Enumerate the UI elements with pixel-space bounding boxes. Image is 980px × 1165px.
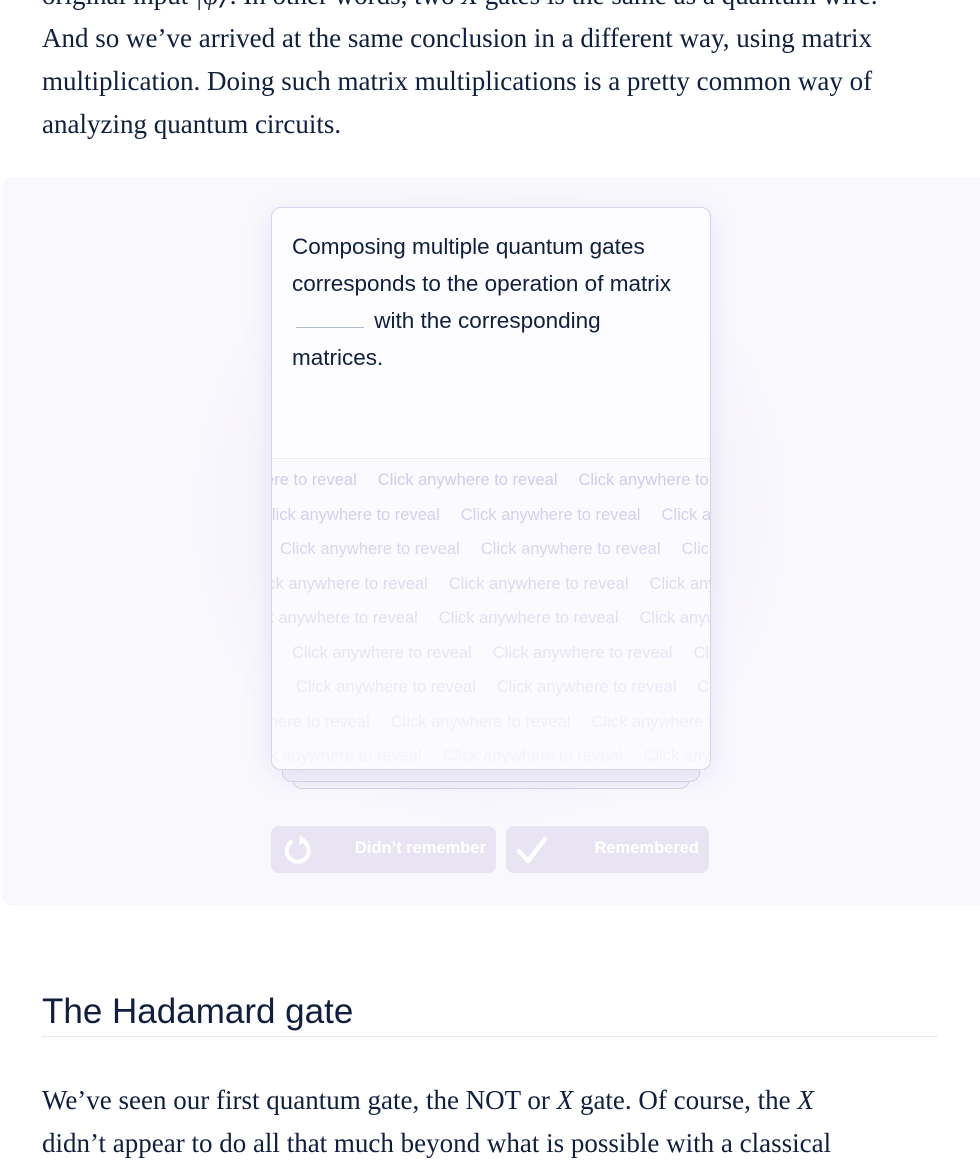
ket-psi-math: |ψ⟩ [195, 0, 230, 10]
reveal-hint-text: Click anywhere to reveal [271, 505, 440, 524]
checkmark-icon [516, 836, 548, 864]
reveal-hint-row: Click anywhere to reveal Click anywhere t… [272, 609, 711, 628]
intro-paragraph: original input |ψ⟩. In other words, two … [42, 0, 922, 146]
reveal-hint-text: Click anywhere to reveal [280, 540, 460, 558]
paragraph-text: didn’t appear to do all that much beyond… [42, 1128, 832, 1158]
x-gate-math: X [556, 1085, 574, 1115]
reveal-hint-text: Click anywhere to reveal [643, 747, 711, 765]
reveal-answer-area[interactable]: Click anywhere to revealClick anywhere t… [272, 459, 710, 769]
reveal-hint-text: Click anywhere to reveal [438, 609, 619, 627]
reveal-hint-text: Click anywhere to reveal [296, 678, 476, 696]
reveal-hint-text: Click anywhere to reveal [272, 471, 357, 489]
reveal-hint-text: Click anywhere to reveal [681, 540, 711, 558]
reveal-hint-text: Click anywhere to reveal [271, 712, 370, 731]
reveal-hint-row: Click anywhere to reveal Click anywhere t… [271, 505, 711, 525]
reveal-hint-row: Click anywhere to reveal Click anywhere t… [271, 712, 711, 732]
didnt-remember-label: Didn’t remember [354, 839, 486, 857]
reveal-hint-text: Click anywhere to reveal [390, 712, 571, 731]
didnt-remember-button[interactable]: Didn’t remember [271, 826, 496, 873]
reveal-hint-text: Click anywhere to reveal [591, 712, 711, 731]
reveal-hint-text: Click anywhere to reveal [272, 609, 418, 627]
reveal-hint-text: Click anywhere to reveal [377, 471, 558, 489]
reveal-hint-text: Click anywhere to reveal [693, 643, 711, 662]
paragraph-text: original input [42, 0, 195, 10]
flashcard-prompt: Composing multiple quantum gates corresp… [292, 228, 692, 376]
x-gate-math: X [461, 0, 478, 10]
reveal-hint-row: Click anywhere to reveal Click anywhere t… [292, 643, 711, 663]
cloze-blank [296, 326, 364, 328]
reveal-hint-text: Click anywhere to reveal [496, 678, 677, 696]
reveal-hint-row: Click anywhere to reveal Click anywhere t… [272, 471, 711, 490]
prompt-text: with the corresponding matrices. [292, 308, 601, 370]
prompt-text: Composing multiple quantum gates corresp… [292, 234, 671, 296]
reveal-hint-text: Click anywhere to reveal [272, 747, 422, 765]
remembered-label: Remembered [594, 839, 699, 857]
paragraph-text: gates is the same as a quantum [478, 0, 816, 10]
paragraph-text: wire. And so we’ve arrived at the same c… [42, 0, 878, 139]
flashcard[interactable]: Composing multiple quantum gates corresp… [271, 207, 711, 770]
reveal-hint-text: Click anywhere to reveal [649, 574, 711, 593]
reveal-hint-text: Click anywhere to reveal [697, 678, 711, 696]
reveal-hint-text: Click anywhere to reveal [661, 505, 711, 524]
paragraph-text: We’ve seen our first quantum gate, the N… [42, 1085, 557, 1115]
reveal-hint-text: Click anywhere to reveal [639, 609, 711, 627]
reveal-hint-text: Click anywhere to reveal [460, 505, 641, 524]
reveal-hint-text: Click anywhere to reveal [442, 747, 623, 765]
paragraph-text: . In other words, two [230, 0, 462, 10]
reveal-hint-row: Click anywhere to reveal Click anywhere t… [272, 574, 711, 594]
reveal-hint-row: Click anywhere to reveal Click anywhere t… [296, 678, 711, 697]
reveal-hint-text: Click anywhere to reveal [578, 471, 711, 489]
paragraph-text: gate. Of course, the [573, 1085, 798, 1115]
hadamard-intro-paragraph: We’ve seen our first quantum gate, the N… [42, 1079, 922, 1165]
reveal-hint-text: Click anywhere to reveal [292, 643, 472, 662]
reveal-hint-text: Click anywhere to reveal [272, 574, 428, 593]
section-heading: The Hadamard gate [42, 990, 938, 1037]
remembered-button[interactable]: Remembered [506, 826, 709, 873]
reveal-hint-row: Click anywhere to reveal Click anywhere t… [272, 747, 711, 766]
reveal-hint-text: Click anywhere to reveal [480, 540, 661, 558]
reveal-hint-row: Click anywhere to reveal Click anywhere t… [280, 540, 711, 559]
x-gate-math: X [797, 1085, 814, 1115]
retry-icon [284, 835, 311, 864]
reveal-hint-text: Click anywhere to reveal [492, 643, 673, 662]
reveal-hint-text: Click anywhere to reveal [448, 574, 629, 593]
